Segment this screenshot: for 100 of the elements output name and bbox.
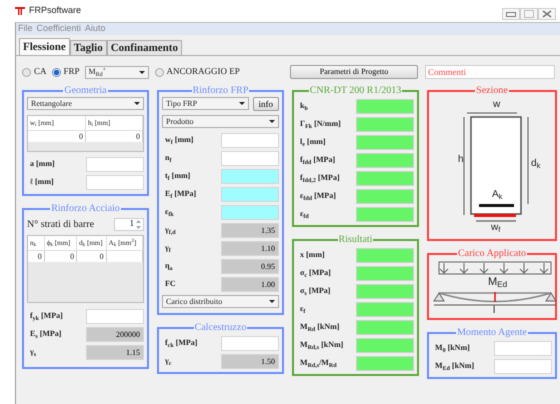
- field-label: x [mm]: [299, 249, 325, 261]
- field-label: Γ$_{Fk}$ [N/mm]: [299, 118, 341, 130]
- span-label: l: [493, 306, 496, 316]
- field-label: γ$_{f,d}$: [164, 224, 176, 236]
- frp-width-label: w$_{f}$: [491, 223, 500, 233]
- field-label: ε$_{fk}$: [164, 206, 174, 218]
- value-field[interactable]: 1.35: [221, 222, 279, 238]
- panel-title: Calcestruzzo: [194, 323, 248, 333]
- input-field[interactable]: [86, 308, 144, 324]
- spinner-arrows-icon[interactable]: [134, 218, 143, 230]
- field-label: σ$_{s}$ [MPa]: [299, 285, 330, 297]
- panel-title: Risultati: [338, 235, 374, 245]
- value-field[interactable]: 200000: [86, 326, 144, 342]
- field-label: γ$_{c}$: [164, 355, 172, 367]
- frp-type-dropdown[interactable]: Tipo FRP: [162, 97, 248, 110]
- input-field[interactable]: [221, 168, 279, 184]
- field-label: FC: [164, 278, 176, 290]
- field-label: E$_{f}$ [MPa]: [164, 188, 196, 200]
- value-field[interactable]: 1.00: [221, 276, 279, 292]
- close-icon[interactable]: [542, 10, 552, 18]
- field-label: M$_{Rd,s}$/M$_{Rd}$: [299, 357, 337, 369]
- field-label: γ$_{s}$: [29, 346, 36, 358]
- input-field[interactable]: [494, 358, 552, 374]
- tab[interactable]: Flessione: [19, 38, 70, 55]
- table-cell[interactable]: [106, 251, 143, 262]
- field-label: η$_{a}$: [164, 260, 173, 272]
- product-dropdown[interactable]: Prodotto: [162, 115, 279, 128]
- panel-title: Rinforzo Acciaio: [50, 204, 121, 214]
- field-label: f$_{ck}$ [MPa]: [164, 337, 198, 349]
- depth-label: d$_{k}$: [531, 159, 540, 169]
- option-label[interactable]: ANCORAGGIO EP: [166, 65, 240, 79]
- option-label[interactable]: FRP: [64, 65, 80, 79]
- shape-dropdown[interactable]: Rettangolare: [27, 97, 144, 110]
- value-field[interactable]: 1.15: [86, 344, 144, 360]
- input-field[interactable]: [221, 204, 279, 220]
- panel-title: Sezione: [475, 86, 509, 96]
- field-label: M$_{Ed}$ [kNm]: [434, 360, 474, 372]
- width-label: w: [493, 100, 500, 110]
- app-title: FRPsoftware: [29, 4, 82, 18]
- minimize-icon[interactable]: [506, 12, 516, 16]
- value-field[interactable]: 1.10: [221, 240, 279, 256]
- input-field[interactable]: [221, 132, 279, 148]
- maximize-button[interactable]: [520, 8, 538, 20]
- field-label: γ$_{f}$: [164, 242, 171, 254]
- panel-title: Carico Applicato: [456, 249, 528, 259]
- field-label: n$_{f}$: [164, 152, 172, 164]
- height-label: h: [458, 155, 464, 165]
- radio-button[interactable]: [22, 68, 31, 76]
- option-label[interactable]: CA: [34, 65, 47, 79]
- field-label: ℓ [mm]: [29, 176, 54, 188]
- value-field[interactable]: 1.50: [221, 354, 279, 368]
- field-label: k$_{b}$: [299, 100, 308, 112]
- value-field[interactable]: 0.95: [221, 258, 279, 274]
- field-label: ε$_{fd}$: [299, 208, 309, 220]
- info-button[interactable]: info: [252, 97, 279, 111]
- table-cell[interactable]: 0: [44, 251, 78, 262]
- moment-label: M$_{Ed}$: [488, 277, 508, 287]
- caret-icon: [269, 300, 275, 303]
- input-field[interactable]: [86, 174, 144, 190]
- logo-icon: [15, 6, 25, 15]
- input-field[interactable]: [86, 156, 144, 172]
- panel-title: CNR-DT 200 R1/2013: [308, 86, 402, 96]
- table-cell[interactable]: 0: [28, 251, 45, 262]
- input-field[interactable]: [221, 186, 279, 202]
- field-label: M$_{Rd}$ [kNm]: [299, 321, 340, 333]
- field-label: t$_{f}$ [mm]: [164, 170, 190, 182]
- radio-button[interactable]: [52, 68, 61, 76]
- panel-title: Geometria: [63, 86, 108, 96]
- load-type-dropdown[interactable]: Carico distribuito: [162, 295, 279, 308]
- maximize-icon[interactable]: [524, 10, 534, 18]
- parameters-button[interactable]: Parametri di Progetto: [290, 65, 418, 79]
- field-label: f$_{fdd,2}$ [MPa]: [299, 172, 340, 184]
- field-label: f$_{fdd}$ [MPa]: [299, 154, 336, 166]
- comments-field[interactable]: Commenti: [425, 65, 555, 79]
- input-field[interactable]: [221, 150, 279, 166]
- input-field[interactable]: [494, 340, 552, 356]
- table-cell[interactable]: 0: [77, 251, 107, 262]
- area-label: A$_{k}$: [492, 190, 502, 200]
- field-label: a [mm]: [29, 158, 55, 170]
- field-label: ε$_{fdd}$ [MPa]: [299, 190, 336, 202]
- table-cell[interactable]: 0: [86, 131, 143, 142]
- tab[interactable]: Confinamento: [106, 40, 182, 55]
- tab[interactable]: Taglio: [70, 40, 107, 55]
- field-label: N° strati di barre: [27, 218, 94, 232]
- input-field[interactable]: [221, 336, 279, 350]
- table-cell[interactable]: 0: [28, 131, 86, 142]
- caret-icon: [134, 102, 140, 105]
- field-label: l$_{e}$ [mm]: [299, 136, 326, 148]
- caret-icon: [138, 70, 145, 74]
- field-label: E$_{s}$ [MPa]: [29, 328, 62, 340]
- caret-icon: [269, 120, 275, 123]
- layers-spinner[interactable]: 1: [114, 218, 144, 230]
- field-label: M$_{0}$ [kNm]: [434, 342, 470, 354]
- field-label: f$_{yk}$ [MPa]: [29, 310, 63, 322]
- field-label: σ$_{c}$ [MPa]: [299, 267, 331, 279]
- panel-title: Rinforzo FRP: [192, 86, 250, 96]
- minimize-button[interactable]: [502, 8, 520, 20]
- radio-button[interactable]: [154, 68, 164, 76]
- panel-title: Momento Agente: [456, 328, 528, 338]
- close-button[interactable]: [538, 8, 556, 20]
